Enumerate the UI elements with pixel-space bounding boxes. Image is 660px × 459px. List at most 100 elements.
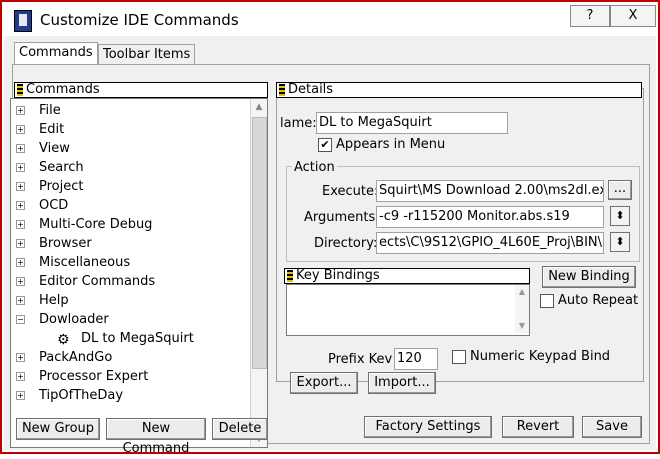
- tree-group-item[interactable]: + File: [11, 101, 243, 120]
- scroll-up-arrow-icon[interactable]: ▲: [515, 287, 529, 296]
- tree-item-label: Help: [39, 293, 69, 308]
- name-label: lame:: [280, 116, 317, 131]
- tree-group-item[interactable]: + Multi-Core Debug: [11, 215, 243, 234]
- tree-item-label: TipOfTheDay: [39, 388, 124, 403]
- tree-group-item[interactable]: + View: [11, 139, 243, 158]
- name-field[interactable]: DL to MegaSquirt: [316, 112, 508, 134]
- tree-group-item[interactable]: + TipOfTheDay: [11, 386, 243, 405]
- tree-group-item[interactable]: + Browser: [11, 234, 243, 253]
- tab-commands[interactable]: Commands: [14, 42, 98, 65]
- browse-button[interactable]: ...: [608, 180, 632, 200]
- tree-item-label: Edit: [39, 122, 65, 137]
- arguments-spinner-icon[interactable]: ⬍: [610, 206, 630, 226]
- app-icon: [14, 10, 32, 32]
- tree-item-label: PackAndGo: [39, 350, 113, 365]
- new-binding-button[interactable]: New Binding: [542, 266, 636, 288]
- prefix-key-field[interactable]: 120: [394, 348, 438, 370]
- action-group-title: Action: [292, 160, 337, 175]
- expand-icon[interactable]: +: [16, 106, 25, 115]
- tab-toolbar-items[interactable]: Toolbar Items: [98, 44, 196, 65]
- delete-button[interactable]: Delete: [212, 418, 268, 440]
- execute-field[interactable]: Squirt\MS Download 2.00\ms2dl.exe": [376, 180, 604, 202]
- grip-icon: [287, 270, 293, 282]
- help-button[interactable]: ?: [570, 5, 610, 27]
- commands-tree[interactable]: + File + Edit + View + Search + Project + OCD + Multi…: [10, 98, 268, 448]
- commands-panel-title: Commands: [26, 82, 100, 97]
- expand-icon[interactable]: +: [16, 296, 25, 305]
- tree-item-label: Browser: [39, 236, 92, 251]
- directory-spinner-icon[interactable]: ⬍: [610, 232, 630, 252]
- expand-icon[interactable]: +: [16, 391, 25, 400]
- scroll-down-arrow-icon[interactable]: ▼: [515, 321, 529, 330]
- numeric-keypad-bind-checkbox[interactable]: [452, 350, 466, 364]
- expand-icon[interactable]: +: [16, 220, 25, 229]
- expand-icon[interactable]: +: [16, 163, 25, 172]
- tree-group-item[interactable]: − Dowloader: [11, 310, 243, 329]
- tree-command-item[interactable]: ⚙ DL to MegaSquirt: [11, 329, 243, 348]
- expand-icon[interactable]: +: [16, 144, 25, 153]
- tree-item-label: Dowloader: [39, 312, 109, 327]
- details-panel-header: Details: [276, 82, 642, 98]
- expand-icon[interactable]: +: [16, 277, 25, 286]
- tree-item-label: Processor Expert: [39, 369, 149, 384]
- title-bar: Customize IDE Commands ? X: [4, 4, 656, 34]
- appears-in-menu-checkbox[interactable]: ✔: [318, 138, 332, 152]
- numeric-keypad-bind-label: Numeric Keypad Bind: [470, 349, 611, 364]
- tree-item-label: Editor Commands: [39, 274, 156, 289]
- tree-item-label: File: [39, 103, 61, 118]
- collapse-icon[interactable]: −: [16, 315, 25, 324]
- tree-item-label: OCD: [39, 198, 69, 213]
- expand-icon[interactable]: +: [16, 239, 25, 248]
- tree-scrollbar[interactable]: ▲ ▼: [250, 99, 267, 447]
- commands-panel-header: Commands: [14, 82, 268, 98]
- arguments-label: Arguments:: [304, 210, 380, 225]
- expand-icon[interactable]: +: [16, 182, 25, 191]
- tree-item-label: Miscellaneous: [39, 255, 131, 270]
- key-bindings-title: Key Bindings: [296, 268, 380, 283]
- appears-in-menu-label: Appears in Menu: [336, 137, 446, 152]
- scroll-up-arrow-icon[interactable]: ▲: [251, 99, 267, 115]
- tree-item-label: Multi-Core Debug: [39, 217, 153, 232]
- close-button[interactable]: X: [610, 5, 656, 27]
- customize-ide-commands-dialog: Customize IDE Commands ? X Commands Tool…: [0, 0, 660, 456]
- revert-button[interactable]: Revert: [502, 416, 574, 438]
- scroll-thumb[interactable]: [252, 117, 267, 369]
- directory-field[interactable]: ects\C\9S12\GPIO_4L60E_Proj\BIN\: [376, 232, 604, 254]
- expand-icon[interactable]: +: [16, 125, 25, 134]
- auto-repeat-checkbox[interactable]: [540, 294, 554, 308]
- expand-icon[interactable]: +: [16, 258, 25, 267]
- factory-settings-button[interactable]: Factory Settings: [364, 416, 492, 438]
- tree-group-item[interactable]: + Miscellaneous: [11, 253, 243, 272]
- tree-group-item[interactable]: + Processor Expert: [11, 367, 243, 386]
- expand-icon[interactable]: +: [16, 372, 25, 381]
- new-group-button[interactable]: New Group: [16, 418, 100, 440]
- grip-icon: [279, 84, 285, 96]
- grip-icon: [17, 84, 23, 96]
- save-button[interactable]: Save: [582, 416, 642, 438]
- details-panel-title: Details: [288, 82, 334, 97]
- window-title: Customize IDE Commands: [40, 11, 239, 29]
- tree-group-item[interactable]: + Edit: [11, 120, 243, 139]
- tree-group-item[interactable]: + OCD: [11, 196, 243, 215]
- tree-group-item[interactable]: + Help: [11, 291, 243, 310]
- expand-icon[interactable]: +: [16, 353, 25, 362]
- export-button[interactable]: Export...: [290, 372, 358, 394]
- key-bindings-scrollbar[interactable]: ▲ ▼: [515, 285, 529, 333]
- tree-item-label: View: [39, 141, 70, 156]
- tree-group-item[interactable]: + Search: [11, 158, 243, 177]
- key-bindings-list[interactable]: ▲ ▼: [286, 284, 530, 336]
- arguments-field[interactable]: -c9 -r115200 Monitor.abs.s19: [376, 206, 604, 228]
- tree-item-label: DL to MegaSquirt: [81, 331, 194, 346]
- tree-item-label: Project: [39, 179, 84, 194]
- prefix-key-label: Prefix Kev: [328, 352, 393, 367]
- expand-icon[interactable]: +: [16, 201, 25, 210]
- auto-repeat-label: Auto Repeat: [558, 293, 639, 308]
- tree-group-item[interactable]: + Editor Commands: [11, 272, 243, 291]
- tree-item-label: Search: [39, 160, 84, 175]
- key-bindings-header: Key Bindings: [284, 268, 530, 284]
- new-command-button[interactable]: New Command: [106, 418, 206, 456]
- tree-group-item[interactable]: + Project: [11, 177, 243, 196]
- import-button[interactable]: Import...: [368, 372, 436, 394]
- execute-label: Execute:: [322, 184, 379, 199]
- tree-group-item[interactable]: + PackAndGo: [11, 348, 243, 367]
